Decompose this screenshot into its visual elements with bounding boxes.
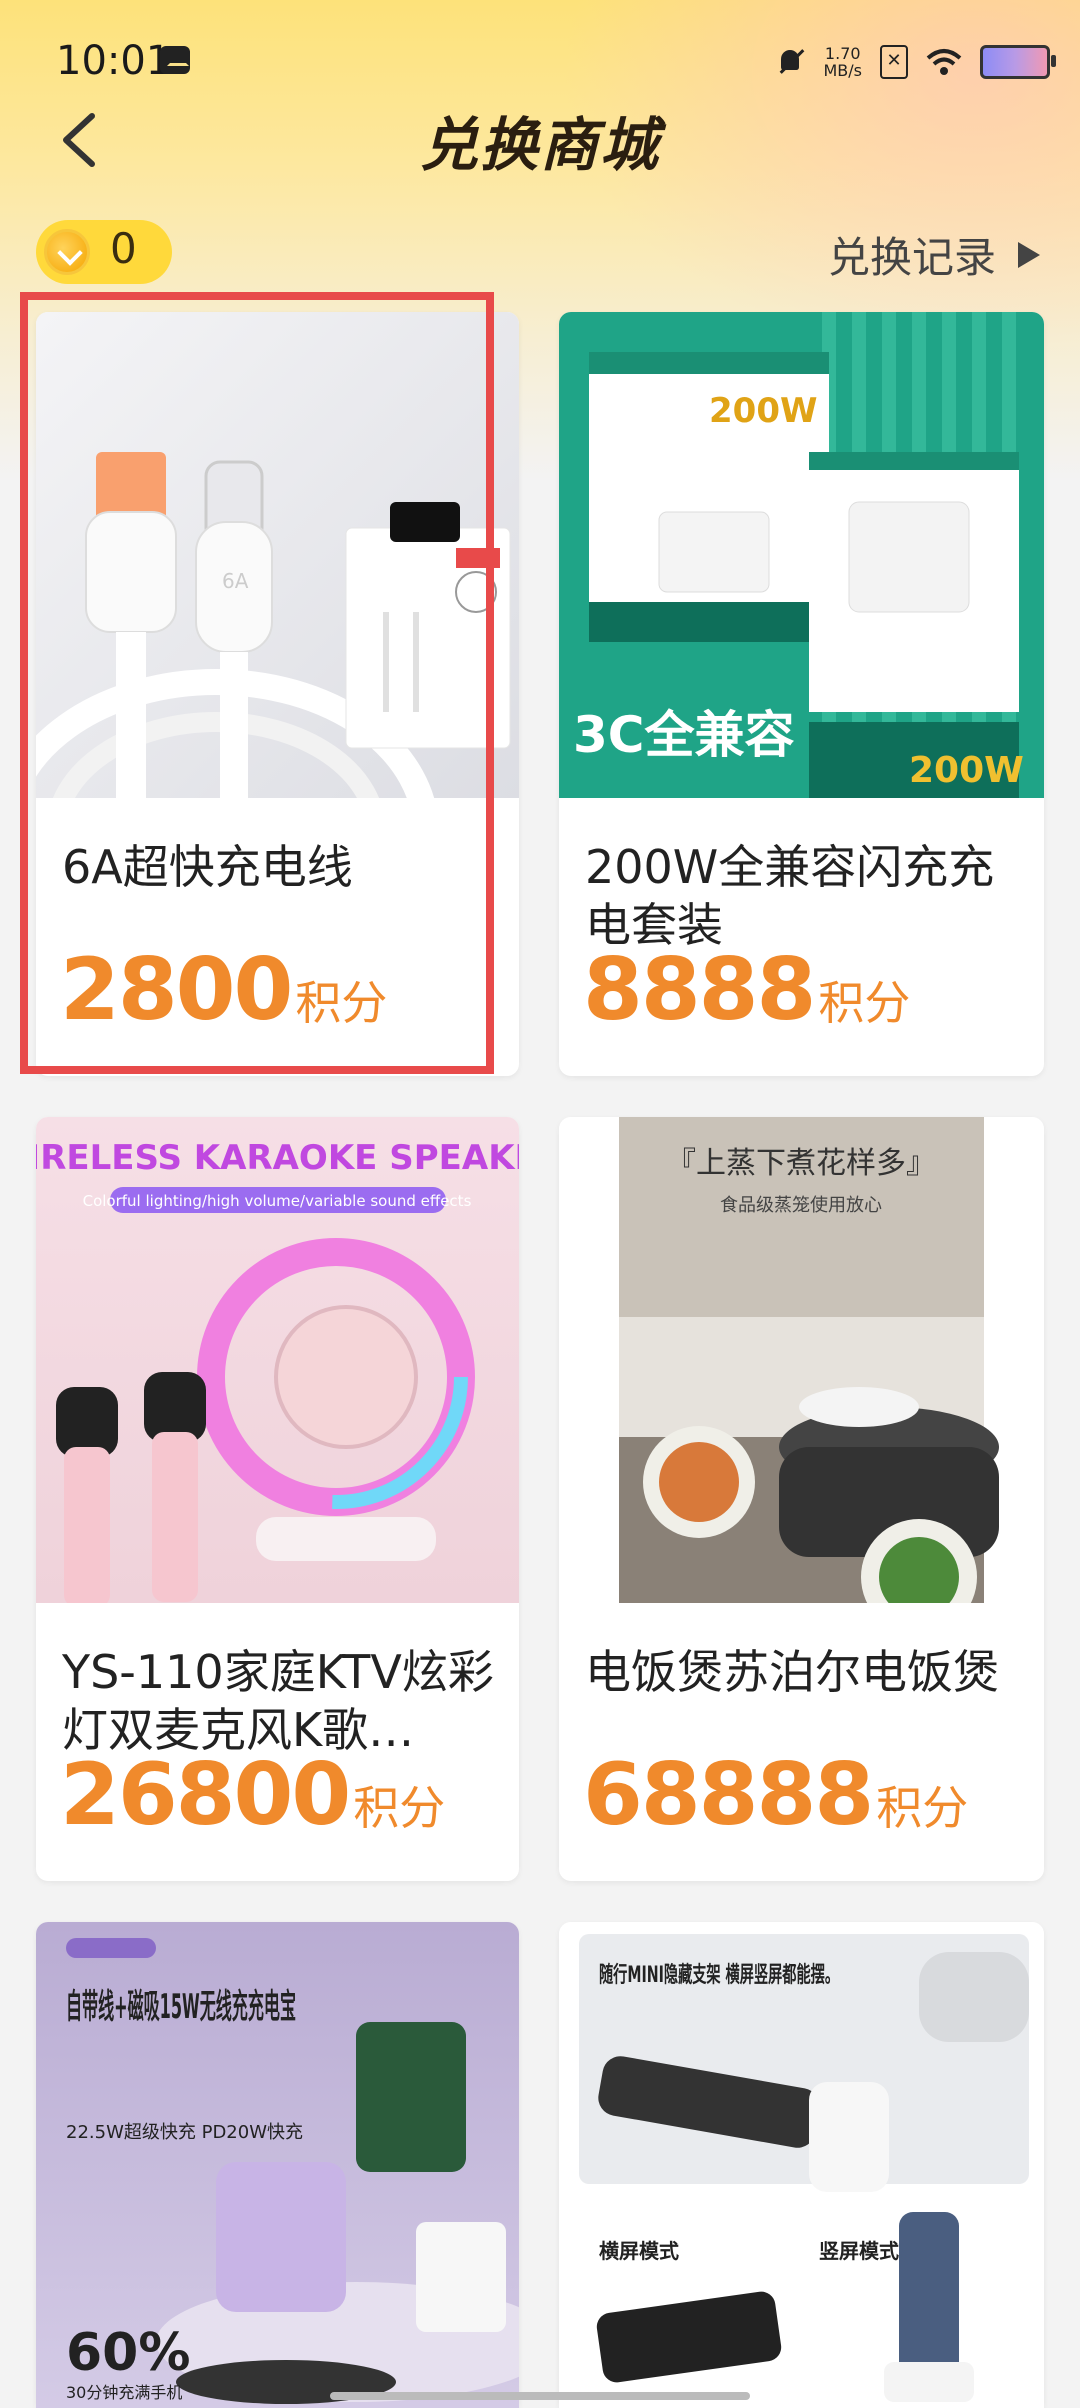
powerbank-caption: 30分钟充满手机 — [66, 2383, 182, 2402]
coin-icon — [44, 229, 90, 275]
price-number: 68888 — [583, 1745, 874, 1845]
price-unit: 积分 — [295, 976, 388, 1030]
price-unit: 积分 — [818, 976, 911, 1030]
product-card[interactable]: 『上蒸下煮花样多』 食品级蒸笼使用放心 电饭煲苏泊尔电饭煲 68888积分 — [559, 1117, 1044, 1881]
points-count: 0 — [110, 224, 137, 273]
cooker-subline: 食品级蒸笼使用放心 — [720, 1195, 882, 1216]
product-price: 26800积分 — [60, 1745, 445, 1845]
price-unit: 积分 — [876, 1781, 969, 1835]
wifi-icon — [926, 49, 962, 75]
exchange-records-label: 兑换记录 — [827, 233, 996, 282]
karaoke-headline: WIRELESS KARAOKE SPEAKER — [36, 1138, 519, 1178]
stand-mode-landscape: 横屏模式 — [599, 2239, 679, 2263]
price-unit: 积分 — [353, 1781, 446, 1835]
battery-icon — [980, 45, 1056, 79]
karaoke-subline: Colorful lighting/high volume/variable s… — [83, 1192, 472, 1210]
stand-headline: 随行MINI隐藏支架 横屏竖屏都能摆。 — [599, 1962, 839, 1988]
power-bank-illustration: 自带线+磁吸15W无线充充电宝 22.5W超级快充 PD20W快充 60% 30… — [66, 1938, 519, 2404]
status-right-group: 1.70 MB/s ✕ — [777, 40, 1056, 84]
powerbank-percent: 60% — [66, 2323, 190, 2383]
compat-text: 3C全兼容 — [573, 706, 794, 764]
powerbank-headline: 自带线+磁吸15W无线充充电宝 — [66, 1987, 296, 2027]
price-number: 8888 — [583, 940, 816, 1040]
price-number: 26800 — [60, 1745, 351, 1845]
rice-cooker-illustration: 『上蒸下煮花样多』 食品级蒸笼使用放心 — [619, 1117, 999, 1603]
phone-stand-illustration: 随行MINI隐藏支架 横屏竖屏都能摆。 横屏模式 竖屏模式 — [579, 1934, 1029, 2402]
product-card[interactable]: 200W 200W 3C全兼容 200W全兼容闪充充电套装 8888积分 — [559, 312, 1044, 1076]
product-card[interactable]: 自带线+磁吸15W无线充充电宝 22.5W超级快充 PD20W快充 60% 30… — [36, 1922, 519, 2408]
product-image-power-bank: 自带线+磁吸15W无线充充电宝 22.5W超级快充 PD20W快充 60% 30… — [36, 1922, 519, 2408]
exchange-records-link[interactable]: 兑换记录 — [828, 224, 1040, 285]
network-speed: 1.70 MB/s — [823, 44, 862, 80]
product-price: 68888积分 — [583, 1745, 968, 1845]
product-image-phone-stand: 随行MINI隐藏支架 横屏竖屏都能摆。 横屏模式 竖屏模式 — [559, 1922, 1044, 2408]
product-name: 6A超快充电线 — [62, 840, 353, 894]
product-image-rice-cooker: 『上蒸下煮花样多』 食品级蒸笼使用放心 — [559, 1117, 1044, 1603]
message-notification-icon — [160, 46, 190, 74]
product-price: 2800积分 — [60, 940, 387, 1040]
product-name: 电饭煲苏泊尔电饭煲 — [585, 1645, 999, 1699]
product-image-charger: 200W 200W 3C全兼容 — [559, 312, 1044, 798]
charger-box-illustration: 200W 200W 3C全兼容 — [573, 312, 1024, 798]
powerbank-subline: 22.5W超级快充 PD20W快充 — [66, 2122, 303, 2143]
cooker-headline: 『上蒸下煮花样多』 — [666, 1146, 936, 1181]
cable-label-text: 6A — [222, 569, 249, 593]
wattage-label: 200W — [709, 391, 817, 431]
product-card[interactable]: 6A 6A超快充电线 2800积分 — [36, 312, 519, 1076]
status-time: 10:01 — [56, 38, 172, 84]
badge-text: 200W — [909, 750, 1024, 791]
mute-bell-icon — [777, 48, 805, 76]
product-price: 8888积分 — [583, 940, 910, 1040]
usb-cable-illustration: 6A — [36, 452, 511, 798]
product-image-karaoke: WIRELESS KARAOKE SPEAKER Colorful lighti… — [36, 1117, 519, 1603]
x-app-icon: ✕ — [880, 45, 908, 79]
product-name: 200W全兼容闪充充电套装 — [585, 840, 995, 952]
product-image-cable: 6A — [36, 312, 519, 798]
product-card[interactable]: 随行MINI隐藏支架 横屏竖屏都能摆。 横屏模式 竖屏模式 — [559, 1922, 1044, 2408]
stand-mode-portrait: 竖屏模式 — [819, 2239, 899, 2263]
karaoke-speaker-illustration: WIRELESS KARAOKE SPEAKER Colorful lighti… — [36, 1138, 519, 1603]
price-number: 2800 — [60, 940, 293, 1040]
product-card[interactable]: WIRELESS KARAOKE SPEAKER Colorful lighti… — [36, 1117, 519, 1881]
product-name: YS-110家庭KTV炫彩灯双麦克风K歌… — [62, 1645, 494, 1757]
page-title: 兑换商城 — [419, 111, 660, 179]
points-balance: 0 — [36, 220, 172, 284]
home-indicator — [330, 2392, 750, 2400]
play-arrow-icon — [1018, 241, 1040, 268]
